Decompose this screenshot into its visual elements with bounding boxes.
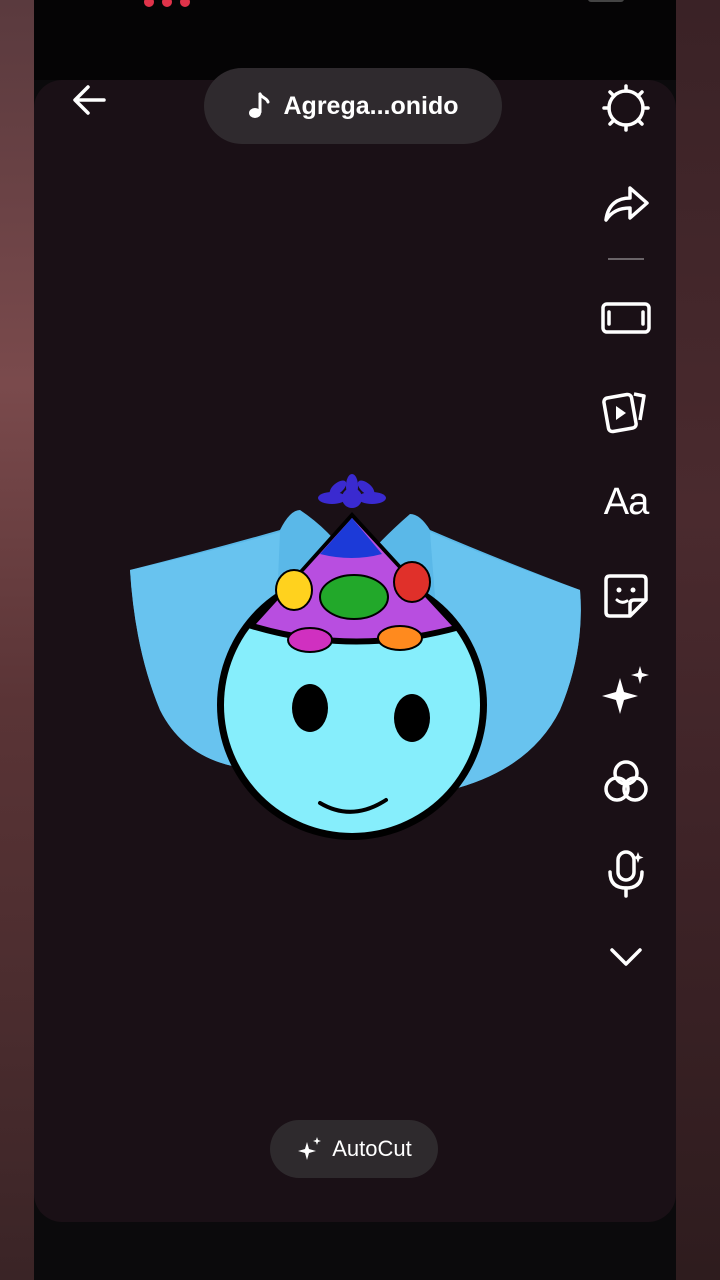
settings-button[interactable] <box>598 80 654 136</box>
aspect-ratio-icon <box>601 302 651 334</box>
background-right-edge <box>676 0 720 1280</box>
text-button[interactable]: Aa <box>598 474 654 530</box>
aspect-ratio-button[interactable] <box>598 290 654 346</box>
microphone-icon <box>608 850 644 898</box>
stickers-button[interactable] <box>598 568 654 624</box>
templates-button[interactable] <box>598 382 654 438</box>
background-left-edge <box>0 0 34 1280</box>
sparkles-icon <box>602 666 649 714</box>
toolbar-divider <box>608 258 644 260</box>
share-arrow-icon <box>604 186 649 222</box>
filters-button[interactable] <box>598 754 654 810</box>
add-sound-button[interactable]: Agrega...onido <box>204 68 502 144</box>
status-indicators <box>144 0 214 7</box>
sound-label: Agrega...onido <box>283 91 459 120</box>
back-button[interactable] <box>68 78 112 122</box>
more-tools-button[interactable] <box>598 928 654 984</box>
chevron-down-icon <box>610 948 642 966</box>
music-note-icon <box>248 92 269 118</box>
hat-pompom <box>318 474 386 508</box>
arrow-left-icon <box>73 85 106 115</box>
filters-icon <box>604 760 648 802</box>
sparkles-icon <box>298 1137 322 1160</box>
sticker-icon <box>604 574 648 618</box>
gear-icon <box>602 84 650 132</box>
autocut-label: AutoCut <box>332 1136 412 1161</box>
text-icon: Aa <box>603 480 649 523</box>
voice-button[interactable] <box>598 846 654 902</box>
effects-button[interactable] <box>598 662 654 718</box>
smiley-party-sticker[interactable] <box>120 470 590 850</box>
status-right-indicator <box>588 0 624 2</box>
video-cards-icon <box>602 392 646 434</box>
share-button[interactable] <box>598 174 654 230</box>
autocut-button[interactable]: AutoCut <box>270 1120 438 1178</box>
